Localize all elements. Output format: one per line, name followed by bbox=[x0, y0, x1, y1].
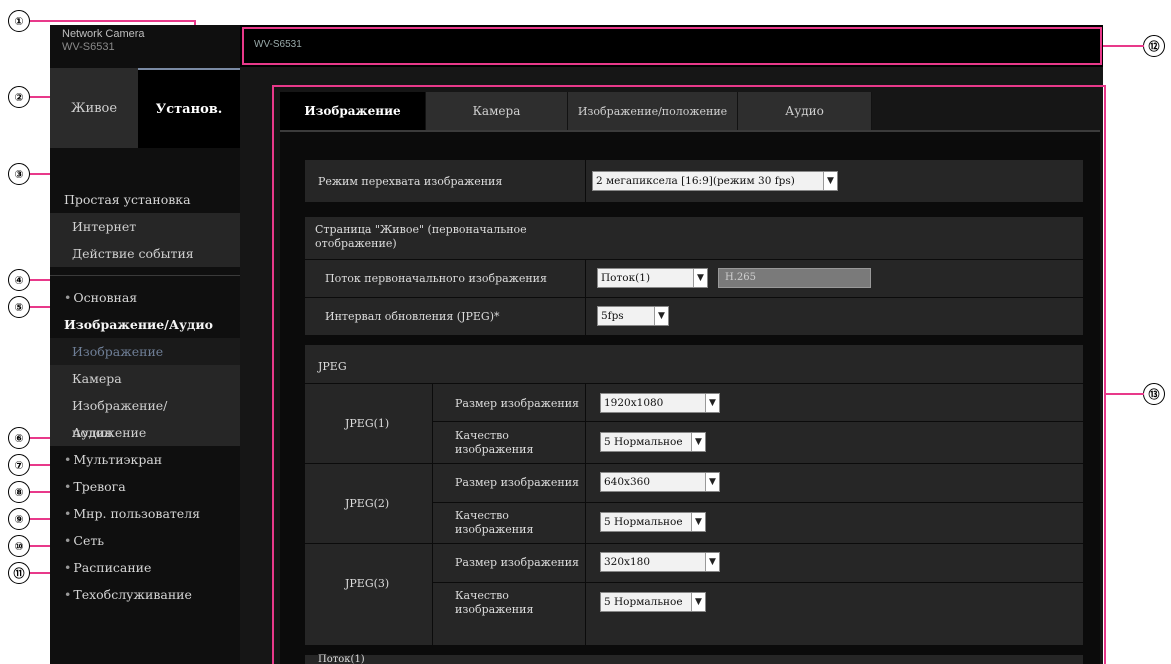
highlight-frame-top-bar bbox=[242, 27, 1102, 65]
menu-image-position[interactable]: Изображение/положение bbox=[50, 392, 240, 440]
menu-internet[interactable]: Интернет bbox=[50, 213, 240, 240]
callout-13-line bbox=[1106, 393, 1144, 395]
menu-image[interactable]: Изображение bbox=[50, 338, 240, 365]
menu-easy-setup[interactable]: Простая установка bbox=[50, 186, 240, 213]
menu-multiscreen[interactable]: • Мультиэкран bbox=[50, 446, 240, 473]
menu-user-mng[interactable]: • Мнр. пользователя bbox=[50, 500, 240, 527]
nav-live-button[interactable]: Живое bbox=[50, 68, 138, 148]
callout-8: ⑧ bbox=[8, 481, 30, 503]
callout-11: ⑪ bbox=[8, 562, 30, 584]
callout-6: ⑥ bbox=[8, 427, 30, 449]
callout-5: ⑤ bbox=[8, 296, 30, 318]
menu-schedule[interactable]: • Расписание bbox=[50, 554, 240, 581]
callout-4: ④ bbox=[8, 269, 30, 291]
logo-line1: Network Camera bbox=[62, 28, 145, 40]
menu-network[interactable]: • Сеть bbox=[50, 527, 240, 554]
easy-setup-submenu: Интернет Действие события bbox=[50, 213, 240, 267]
callout-2: ② bbox=[8, 86, 30, 108]
product-logo: Network Camera WV-S6531 bbox=[62, 28, 145, 54]
callout-1-line bbox=[30, 20, 196, 22]
callout-9: ⑨ bbox=[8, 508, 30, 530]
callout-12-line bbox=[1102, 45, 1144, 47]
callout-1: ① bbox=[8, 10, 30, 32]
menu-basic[interactable]: • Основная bbox=[50, 284, 240, 311]
menu-divider bbox=[50, 275, 240, 276]
image-audio-submenu: Изображение Камера Изображение/положение… bbox=[50, 338, 240, 446]
setup-menu: Простая установка Интернет Действие собы… bbox=[50, 186, 240, 608]
menu-alarm[interactable]: • Тревога bbox=[50, 473, 240, 500]
callout-10: ⑩ bbox=[8, 535, 30, 557]
menu-image-audio[interactable]: Изображение/Аудио bbox=[50, 311, 240, 338]
callout-7: ⑦ bbox=[8, 454, 30, 476]
menu-camera[interactable]: Камера bbox=[50, 365, 240, 392]
callout-3: ③ bbox=[8, 163, 30, 185]
logo-model: WV-S6531 bbox=[62, 41, 115, 53]
menu-maintenance[interactable]: • Техобслуживание bbox=[50, 581, 240, 608]
callout-12: ⑫ bbox=[1143, 35, 1165, 57]
menu-event-action[interactable]: Действие события bbox=[50, 240, 240, 267]
nav-setup-button[interactable]: Установ. bbox=[138, 68, 240, 148]
callout-13: ⑬ bbox=[1143, 383, 1165, 405]
highlight-frame-main bbox=[272, 85, 1106, 664]
